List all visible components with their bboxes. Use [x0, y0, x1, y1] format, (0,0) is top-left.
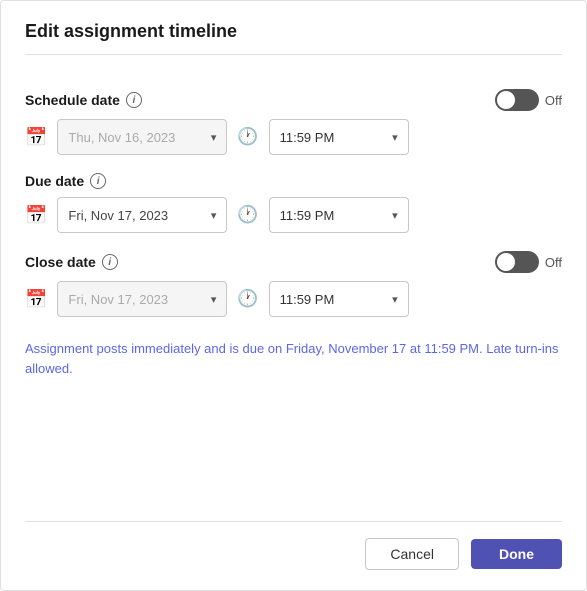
due-time-chevron: ▾ [392, 209, 398, 222]
close-toggle-knob [497, 253, 515, 271]
cancel-button[interactable]: Cancel [365, 538, 459, 570]
done-button[interactable]: Done [471, 539, 562, 569]
schedule-time-chevron: ▾ [392, 131, 398, 144]
schedule-toggle-group: Off [495, 89, 562, 111]
schedule-toggle[interactable] [495, 89, 539, 111]
schedule-label-group: Schedule date i [25, 92, 142, 108]
schedule-date-select[interactable]: Thu, Nov 16, 2023 ▾ [57, 119, 227, 155]
schedule-time-text: 11:59 PM [280, 130, 384, 145]
close-time-chevron: ▾ [392, 293, 398, 306]
due-info-icon[interactable]: i [90, 173, 106, 189]
schedule-date-header: Schedule date i Off [25, 89, 562, 111]
close-info-icon[interactable]: i [102, 254, 118, 270]
due-date-select[interactable]: Fri, Nov 17, 2023 ▾ [57, 197, 227, 233]
close-toggle[interactable] [495, 251, 539, 273]
close-date-label: Close date [25, 254, 96, 270]
schedule-toggle-label: Off [545, 93, 562, 108]
close-date-chevron: ▾ [211, 293, 217, 306]
close-time-text: 11:59 PM [280, 292, 384, 307]
schedule-info-icon[interactable]: i [126, 92, 142, 108]
close-date-text: Fri, Nov 17, 2023 [68, 292, 202, 307]
schedule-toggle-knob [497, 91, 515, 109]
due-calendar-icon[interactable]: 📅 [25, 205, 47, 226]
due-time-text: 11:59 PM [280, 208, 384, 223]
due-field-row: 📅 Fri, Nov 17, 2023 ▾ 🕐 11:59 PM ▾ [25, 197, 562, 233]
close-toggle-group: Off [495, 251, 562, 273]
due-label-group: Due date i [25, 173, 106, 189]
due-date-section: Due date i 📅 Fri, Nov 17, 2023 ▾ 🕐 11:59… [25, 173, 562, 233]
close-label-group: Close date i [25, 254, 118, 270]
due-date-text: Fri, Nov 17, 2023 [68, 208, 202, 223]
schedule-date-text: Thu, Nov 16, 2023 [68, 130, 202, 145]
due-date-label: Due date [25, 173, 84, 189]
close-date-section: Close date i Off 📅 Fri, Nov 17, 2023 ▾ 🕐… [25, 251, 562, 317]
close-time-select[interactable]: 11:59 PM ▾ [269, 281, 409, 317]
close-field-row: 📅 Fri, Nov 17, 2023 ▾ 🕐 11:59 PM ▾ [25, 281, 562, 317]
close-date-header: Close date i Off [25, 251, 562, 273]
edit-assignment-dialog: Edit assignment timeline Schedule date i… [0, 0, 587, 591]
due-date-chevron: ▾ [211, 209, 217, 222]
close-clock-icon: 🕐 [237, 289, 258, 309]
schedule-calendar-icon[interactable]: 📅 [25, 127, 47, 148]
due-time-select[interactable]: 11:59 PM ▾ [269, 197, 409, 233]
dialog-footer: Cancel Done [25, 521, 562, 570]
due-clock-icon: 🕐 [237, 205, 258, 225]
dialog-title: Edit assignment timeline [25, 21, 562, 55]
close-calendar-icon[interactable]: 📅 [25, 289, 47, 310]
close-date-select[interactable]: Fri, Nov 17, 2023 ▾ [57, 281, 227, 317]
due-date-header: Due date i [25, 173, 562, 189]
close-toggle-label: Off [545, 255, 562, 270]
schedule-date-chevron: ▾ [211, 131, 217, 144]
assignment-info-text: Assignment posts immediately and is due … [25, 339, 562, 491]
schedule-date-section: Schedule date i Off 📅 Thu, Nov 16, 2023 … [25, 89, 562, 155]
schedule-date-label: Schedule date [25, 92, 120, 108]
schedule-field-row: 📅 Thu, Nov 16, 2023 ▾ 🕐 11:59 PM ▾ [25, 119, 562, 155]
schedule-time-select[interactable]: 11:59 PM ▾ [269, 119, 409, 155]
schedule-clock-icon: 🕐 [237, 127, 258, 147]
